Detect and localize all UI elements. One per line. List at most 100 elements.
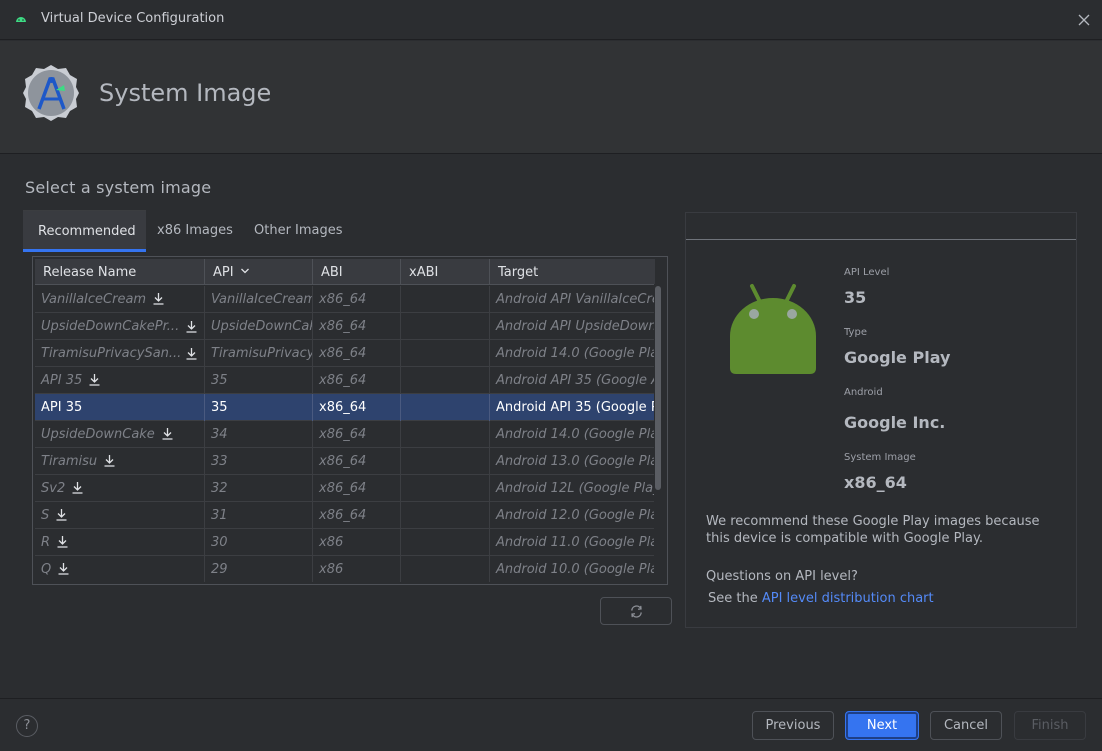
close-icon[interactable] <box>1076 12 1092 28</box>
table-scrollbar[interactable] <box>654 284 662 582</box>
cell-text: Android 11.0 (Google Play) <box>496 535 655 550</box>
cell-text: 35 <box>211 400 228 415</box>
cell-name: Tiramisu <box>35 448 205 475</box>
cell-api: UpsideDownCake <box>205 313 313 340</box>
download-icon[interactable] <box>152 292 165 305</box>
details-divider <box>686 239 1076 240</box>
cell-xabi <box>401 529 490 556</box>
next-button[interactable]: Next <box>845 711 919 740</box>
cell-text: Android 10.0 (Google Play) <box>496 562 655 577</box>
cell-abi: x86 <box>313 529 401 556</box>
cell-target: Android API 35 (Google Play) <box>490 394 655 421</box>
cell-text: x86_64 <box>319 454 367 469</box>
vendor-label: Android <box>844 387 883 398</box>
cell-text: 34 <box>211 427 228 442</box>
column-label: Target <box>498 265 539 280</box>
table-row[interactable]: UpsideDownCake 34 x86_64 Android 14.0 (Goog… <box>35 421 655 448</box>
download-icon[interactable] <box>56 535 69 548</box>
cell-text: Android 14.0 (Google Play) <box>496 427 655 442</box>
cell-api: 29 <box>205 556 313 582</box>
cancel-button[interactable]: Cancel <box>930 711 1002 740</box>
download-icon[interactable] <box>88 373 101 386</box>
cell-name: VanillaIceCream <box>35 286 205 313</box>
cell-text: S <box>41 508 50 523</box>
cell-name: S <box>35 502 205 529</box>
wizard-header: System Image <box>0 41 1102 154</box>
table-row[interactable]: TiramisuPrivacySan... TiramisuPrivacySand… <box>35 340 655 367</box>
cell-abi: x86_64 <box>313 367 401 394</box>
cell-name: UpsideDownCake <box>35 421 205 448</box>
dialog-footer: ? Previous Next Cancel Finish <box>0 698 1102 751</box>
download-icon[interactable] <box>185 347 198 360</box>
cell-text: Android 14.0 (Google Play) <box>496 346 655 361</box>
table-row[interactable]: Q 29 x86 Android 10.0 (Google Play) <box>35 556 655 582</box>
table-row[interactable]: API 35 35 x86_64 Android API 35 (Google API… <box>35 367 655 394</box>
cell-target: Android 11.0 (Google Play) <box>490 529 655 556</box>
cell-abi: x86_64 <box>313 313 401 340</box>
cell-name: API 35 <box>35 394 205 421</box>
download-icon[interactable] <box>103 454 116 467</box>
table-row[interactable]: API 35 35 x86_64 Android API 35 (Google Pla… <box>35 394 655 421</box>
table-row[interactable]: Tiramisu 33 x86_64 Android 13.0 (Google Pla… <box>35 448 655 475</box>
download-icon[interactable] <box>161 427 174 440</box>
cell-api: 33 <box>205 448 313 475</box>
api-level-chart-link[interactable]: API level distribution chart <box>762 591 934 606</box>
cell-api: TiramisuPrivacySandbox <box>205 340 313 367</box>
cell-abi: x86_64 <box>313 394 401 421</box>
cell-api: 30 <box>205 529 313 556</box>
type-label: Type <box>844 327 867 338</box>
table-row[interactable]: Sv2 32 x86_64 Android 12L (Google Play) <box>35 475 655 502</box>
cell-api: 31 <box>205 502 313 529</box>
cell-abi: x86_64 <box>313 286 401 313</box>
refresh-icon <box>631 605 642 618</box>
help-button[interactable]: ? <box>16 715 38 737</box>
download-icon[interactable] <box>55 508 68 521</box>
finish-button[interactable]: Finish <box>1014 711 1086 740</box>
cell-xabi <box>401 340 490 367</box>
table-row[interactable]: R 30 x86 Android 11.0 (Google Play) <box>35 529 655 556</box>
cell-text: x86 <box>319 562 344 577</box>
cell-text: x86_64 <box>319 427 367 442</box>
tab-other-images[interactable]: Other Images <box>254 210 343 252</box>
refresh-button[interactable] <box>600 597 672 625</box>
android-studio-icon <box>16 17 26 22</box>
cell-text: 33 <box>211 454 228 469</box>
cell-name: Q <box>35 556 205 582</box>
column-header-xabi[interactable]: xABI <box>401 259 490 285</box>
cell-target: Android 10.0 (Google Play) <box>490 556 655 582</box>
cell-abi: x86_64 <box>313 340 401 367</box>
column-header-release-name[interactable]: Release Name <box>35 259 205 285</box>
cell-text: Android 13.0 (Google Play) <box>496 454 655 469</box>
cell-name: R <box>35 529 205 556</box>
cell-text: Android API UpsideDownCake <box>496 319 655 334</box>
tab-x86-images[interactable]: x86 Images <box>157 210 233 252</box>
cell-target: Android API 35 (Google APIs) <box>490 367 655 394</box>
cell-text: 31 <box>211 508 228 523</box>
download-icon[interactable] <box>71 481 84 494</box>
api-level-question: Questions on API level? <box>706 569 858 584</box>
table-row[interactable]: S 31 x86_64 Android 12.0 (Google Play) <box>35 502 655 529</box>
cell-text: TiramisuPrivacySandbox <box>211 346 312 361</box>
cell-text: x86_64 <box>319 319 367 334</box>
column-header-api[interactable]: API <box>205 259 313 285</box>
image-details-panel: API Level 35 Type Google Play Android Go… <box>685 212 1077 628</box>
column-header-abi[interactable]: ABI <box>313 259 401 285</box>
column-header-target[interactable]: Target <box>490 259 655 285</box>
tab-recommended[interactable]: Recommended <box>23 210 146 252</box>
cell-name: Sv2 <box>35 475 205 502</box>
download-icon[interactable] <box>57 562 70 575</box>
api-level-label: API Level <box>844 267 890 278</box>
table-row[interactable]: UpsideDownCakePr... UpsideDownCake x86_64 A… <box>35 313 655 340</box>
cell-abi: x86_64 <box>313 448 401 475</box>
see-prefix: See the <box>708 591 762 606</box>
sort-chevron-down-icon <box>240 268 249 274</box>
table-row[interactable]: VanillaIceCream VanillaIceCream x86_64 Andr… <box>35 286 655 313</box>
cell-xabi <box>401 313 490 340</box>
cell-text: VanillaIceCream <box>41 292 147 307</box>
download-icon[interactable] <box>185 320 198 333</box>
api-level-value: 35 <box>844 288 867 307</box>
cell-text: 32 <box>211 481 228 496</box>
cell-text: Sv2 <box>41 481 66 496</box>
previous-button[interactable]: Previous <box>752 711 834 740</box>
scrollbar-thumb[interactable] <box>655 286 661 490</box>
